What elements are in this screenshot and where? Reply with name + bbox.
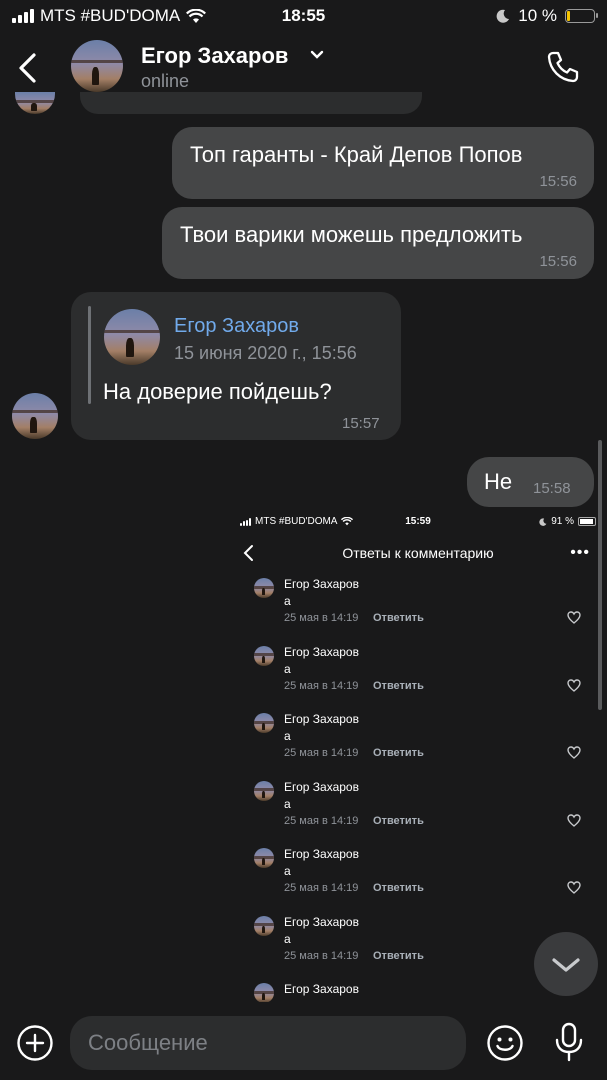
comment-date: 25 мая в 14:19 <box>284 882 359 894</box>
comment-author: Егор Захаров <box>284 577 359 591</box>
battery-icon <box>565 9 598 23</box>
comment-avatar <box>254 713 274 733</box>
comment-date: 25 мая в 14:19 <box>284 747 359 759</box>
sender-avatar[interactable] <box>12 393 58 439</box>
comment-author: Егор Захаров <box>284 779 359 794</box>
comment-row: Егор Захаров а 25 мая в 14:19 Ответить <box>230 777 606 839</box>
comment-author: Егор Захаров <box>284 982 359 996</box>
message-text: Топ гаранты - Край Депов Попов <box>190 142 523 167</box>
comment-date: 25 мая в 14:19 <box>284 949 359 962</box>
comment-date: 25 мая в 14:19 <box>284 679 359 692</box>
message-text: На доверие пойдешь? <box>103 379 332 404</box>
message-time: 15:57 <box>342 415 380 432</box>
heart-icon <box>567 746 581 759</box>
smile-icon[interactable] <box>486 1024 524 1062</box>
comment-row: Егор Захаров а 25 мая в 14:19 Ответить <box>230 844 606 906</box>
comment-row: Егор Захаров а 25 мая в 14:19 Ответить <box>230 709 606 771</box>
screenshot-status-right: 91 % <box>539 516 596 527</box>
chevron-down-icon[interactable] <box>310 50 324 60</box>
battery-percent: 10 % <box>518 6 557 25</box>
previous-message-bubble[interactable] <box>80 92 422 114</box>
status-right: 10 % <box>496 6 598 26</box>
comment-date: 25 мая в 14:19 <box>284 612 359 624</box>
comment-avatar <box>254 645 274 666</box>
reply-avatar <box>104 309 160 365</box>
screenshot-status-bar: MTS #BUD'DOMA 15:59 91 % <box>230 516 606 530</box>
contact-name[interactable]: Егор Захаров <box>141 43 288 69</box>
comment-avatar <box>254 848 274 868</box>
comment-reply-link: Ответить <box>373 612 424 624</box>
plus-circle-icon[interactable] <box>16 1024 54 1062</box>
previous-avatar <box>15 92 55 114</box>
contact-status: online <box>141 71 190 91</box>
comment-text: а <box>284 661 291 676</box>
heart-icon <box>567 611 581 624</box>
comment-reply-link: Ответить <box>373 882 424 894</box>
comment-avatar <box>254 983 274 1002</box>
moon-icon <box>539 517 547 526</box>
comment-row: Егор Захаров а 25 мая в 14:19 Ответить <box>230 574 606 636</box>
comment-date: 25 мая в 14:19 <box>284 814 359 827</box>
comment-avatar <box>254 915 274 936</box>
reply-quote-bar <box>88 306 91 404</box>
heart-icon <box>567 881 581 894</box>
message-text: Не <box>484 469 513 494</box>
comment-reply-link: Ответить <box>373 814 424 827</box>
comment-row: Егор Захаров а 25 мая в 14:19 Ответить <box>230 642 606 704</box>
comment-text: а <box>284 931 291 946</box>
status-bar: MTS #BUD'DOMA 18:55 10 % <box>0 0 607 30</box>
contact-avatar[interactable] <box>71 40 123 92</box>
comment-reply-link: Ответить <box>373 949 424 962</box>
message-time: 15:56 <box>539 253 577 270</box>
message-time: 15:56 <box>539 173 577 190</box>
screenshot-attachment[interactable]: MTS #BUD'DOMA 15:59 91 % Ответы к коммен… <box>230 512 606 1002</box>
comment-text: а <box>284 864 291 878</box>
moon-icon <box>496 9 510 23</box>
screenshot-battery-percent: 91 % <box>551 516 574 527</box>
scroll-indicator[interactable] <box>598 440 602 710</box>
comment-author: Егор Захаров <box>284 644 359 659</box>
comment-text: а <box>284 594 291 608</box>
reply-date: 15 июня 2020 г., 15:56 <box>174 343 357 363</box>
reply-author[interactable]: Егор Захаров <box>174 315 299 338</box>
message-time: 15:58 <box>533 480 571 497</box>
message-input[interactable] <box>70 1016 466 1070</box>
message-text: Твои варики можешь предложить <box>180 222 523 247</box>
comment-reply-link: Ответить <box>373 679 424 692</box>
comment-text: а <box>284 796 291 811</box>
comment-avatar <box>254 578 274 598</box>
chevron-down-icon <box>552 958 580 972</box>
comment-text: а <box>284 729 291 743</box>
screenshot-title: Ответы к комментарию <box>342 545 494 561</box>
message-composer <box>0 1002 607 1080</box>
comment-author: Егор Захаров <box>284 847 359 861</box>
message-bubble[interactable]: Не 15:58 <box>467 457 594 507</box>
message-bubble[interactable]: Топ гаранты - Край Депов Попов 15:56 <box>172 127 594 199</box>
scroll-down-button[interactable] <box>534 932 598 996</box>
phone-icon[interactable] <box>546 50 580 84</box>
comment-author: Егор Захаров <box>284 914 359 929</box>
chevron-left-icon[interactable] <box>16 52 40 84</box>
battery-icon <box>578 517 596 526</box>
comment-reply-link: Ответить <box>373 747 424 759</box>
message-bubble[interactable]: Твои варики можешь предложить 15:56 <box>162 207 594 279</box>
more-icon: ••• <box>570 544 590 561</box>
microphone-icon[interactable] <box>553 1022 585 1062</box>
heart-icon <box>567 678 581 692</box>
heart-icon <box>567 813 581 827</box>
comment-author: Егор Захаров <box>284 712 359 726</box>
comment-avatar <box>254 780 274 801</box>
